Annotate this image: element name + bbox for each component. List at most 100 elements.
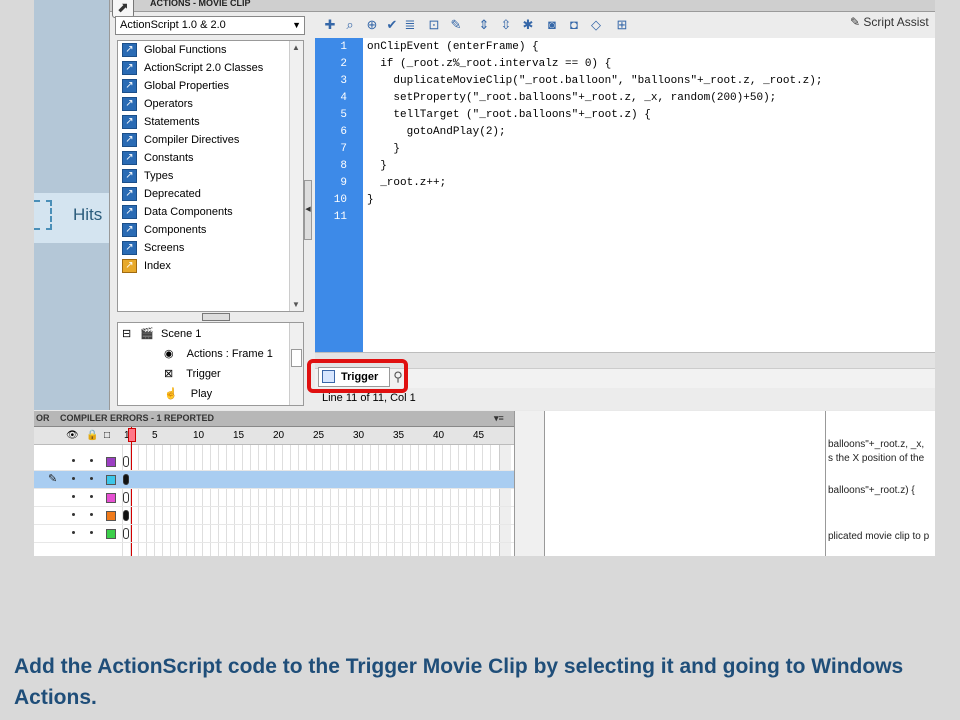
keyframe-marker[interactable]	[123, 474, 129, 485]
scene-row[interactable]: ⊟ 🎬 Scene 1	[122, 325, 201, 343]
tree-item-operators[interactable]: ↗ Operators	[122, 95, 193, 113]
flash-screenshot: Hits ACTIONS - MOVIE CLIP ⬈ ActionScript…	[34, 0, 935, 556]
code-line: tellTarget ("_root.balloons"+_root.z) {	[367, 109, 651, 121]
chevron-left-icon: ◀	[305, 206, 311, 213]
check-syntax-icon[interactable]: ✔	[384, 16, 400, 34]
selection-marquee	[34, 200, 52, 230]
add-icon[interactable]: ✚	[322, 16, 338, 34]
frame-number: 30	[353, 430, 365, 441]
cursor-status: Line 11 of 11, Col 1	[322, 392, 416, 404]
auto-format-icon[interactable]: ≣	[402, 16, 418, 34]
lock-icon[interactable]: 🔒	[86, 430, 98, 441]
line-number: 7	[340, 143, 347, 155]
tree-item-as2-classes[interactable]: ↗ ActionScript 2.0 Classes	[122, 59, 263, 77]
help-panel-separator	[825, 411, 826, 556]
nav-item-trigger[interactable]: ⊠ Trigger	[164, 365, 221, 383]
timeline-layer-row[interactable]	[34, 507, 514, 525]
tree-item-screens[interactable]: ↗ Screens	[122, 239, 184, 257]
timeline-layer-row[interactable]	[34, 453, 514, 471]
timeline-layer-row[interactable]	[34, 489, 514, 507]
keyframe-marker[interactable]	[123, 528, 129, 539]
scroll-thumb[interactable]	[291, 349, 302, 367]
navigator-scrollbar[interactable]	[289, 323, 303, 405]
layer-color-swatch[interactable]	[106, 493, 116, 503]
keyframe-marker[interactable]	[123, 456, 129, 467]
tab-output[interactable]: OR	[36, 413, 50, 423]
outline-icon[interactable]: □	[104, 430, 110, 441]
nav-item-actions-frame[interactable]: ◉ Actions : Frame 1	[164, 345, 273, 363]
layer-toggle-dot[interactable]	[90, 531, 93, 534]
button-symbol-icon: ☝	[164, 388, 178, 400]
find-icon[interactable]: ⌕	[342, 16, 358, 34]
layer-toggle-dot[interactable]	[72, 459, 75, 462]
tree-item-label: Statements	[144, 116, 200, 128]
tree-item-deprecated[interactable]: ↗ Deprecated	[122, 185, 201, 203]
help-snippet: plicated movie clip to p	[828, 531, 930, 542]
code-line: }	[367, 143, 401, 155]
help-snippet: balloons"+_root.z) {	[828, 485, 915, 496]
actions-toolbar: ✚ ⌕ ⊕ ✔ ≣ ⊡ ✎ ⇕ ⇳ ✱ ◙ ◘ ◇ ⊞	[322, 14, 862, 36]
language-select[interactable]: ActionScript 1.0 & 2.0 ▼	[115, 16, 305, 35]
book-icon: ↗	[122, 79, 137, 94]
panel-options-icon[interactable]: ▾≡	[494, 413, 504, 424]
eye-icon[interactable]: 👁	[66, 430, 79, 441]
expand-all-icon[interactable]: ✱	[520, 16, 536, 34]
collapse-selection-icon[interactable]: ⇳	[498, 16, 514, 34]
tab-compiler-errors[interactable]: COMPILER ERRORS - 1 REPORTED	[60, 413, 214, 423]
layer-color-swatch[interactable]	[106, 457, 116, 467]
code-hint-icon[interactable]: ⊡	[426, 16, 442, 34]
layer-toggle-dot[interactable]	[90, 495, 93, 498]
toolbox-splitter[interactable]	[202, 313, 230, 321]
layer-color-swatch[interactable]	[106, 529, 116, 539]
scroll-down-icon: ▼	[292, 300, 300, 309]
nav-item-label: Actions : Frame 1	[186, 348, 273, 360]
show-hide-toolbox-icon[interactable]: ⊞	[614, 16, 630, 34]
layer-toggle-dot[interactable]	[72, 513, 75, 516]
tree-item-data-components[interactable]: ↗ Data Components	[122, 203, 233, 221]
tree-item-index[interactable]: ↗ Index	[122, 257, 171, 275]
layer-toggle-dot[interactable]	[72, 477, 75, 480]
book-icon: ↗	[122, 61, 137, 76]
line-number: 2	[340, 58, 347, 70]
tree-item-label: Components	[144, 224, 207, 236]
collapse-icon[interactable]: ⇕	[476, 16, 492, 34]
keyframe-marker[interactable]	[123, 492, 129, 503]
panel-divider	[514, 411, 544, 556]
layer-toggle-dot[interactable]	[72, 531, 75, 534]
code-line: _root.z++;	[367, 177, 447, 189]
frame-number: 45	[473, 430, 485, 441]
tree-item-global-properties[interactable]: ↗ Global Properties	[122, 77, 229, 95]
debug-icon[interactable]: ✎	[448, 16, 464, 34]
language-select-value: ActionScript 1.0 & 2.0	[120, 19, 226, 31]
script-assist-button[interactable]: ✎ Script Assist	[850, 15, 929, 29]
layer-color-swatch[interactable]	[106, 475, 116, 485]
tree-item-statements[interactable]: ↗ Statements	[122, 113, 200, 131]
timeline-layer-row[interactable]: ✎	[34, 471, 514, 489]
toolbox-scrollbar[interactable]: ▲ ▼	[289, 41, 303, 311]
layer-toggle-dot[interactable]	[90, 459, 93, 462]
tree-item-components[interactable]: ↗ Components	[122, 221, 206, 239]
tree-item-constants[interactable]: ↗ Constants	[122, 149, 194, 167]
timeline-layer-row[interactable]	[34, 525, 514, 543]
tree-item-label: Global Functions	[144, 44, 227, 56]
remove-comment-icon[interactable]: ◇	[588, 16, 604, 34]
editor-hscroll[interactable]	[315, 352, 935, 368]
layer-toggle-dot[interactable]	[90, 513, 93, 516]
frame-number: 25	[313, 430, 325, 441]
panel-title-bar: ACTIONS - MOVIE CLIP	[110, 0, 935, 12]
toolbox-collapse-handle[interactable]: ◀	[304, 180, 312, 240]
script-editor[interactable]: onClipEvent (enterFrame) { if (_root.z%_…	[363, 38, 935, 352]
layer-toggle-dot[interactable]	[72, 495, 75, 498]
nav-item-play[interactable]: ☝ Play	[164, 385, 212, 403]
line-number: 11	[333, 211, 347, 223]
apply-line-comment-icon[interactable]: ◘	[566, 16, 582, 34]
tree-item-types[interactable]: ↗ Types	[122, 167, 173, 185]
keyframe-marker[interactable]	[123, 510, 129, 521]
tree-item-global-functions[interactable]: ↗ Global Functions	[122, 41, 227, 59]
layer-toggle-dot[interactable]	[90, 477, 93, 480]
playhead-handle[interactable]	[128, 428, 136, 442]
target-icon[interactable]: ⊕	[364, 16, 380, 34]
apply-block-comment-icon[interactable]: ◙	[544, 16, 560, 34]
layer-color-swatch[interactable]	[106, 511, 116, 521]
tree-item-compiler-directives[interactable]: ↗ Compiler Directives	[122, 131, 239, 149]
